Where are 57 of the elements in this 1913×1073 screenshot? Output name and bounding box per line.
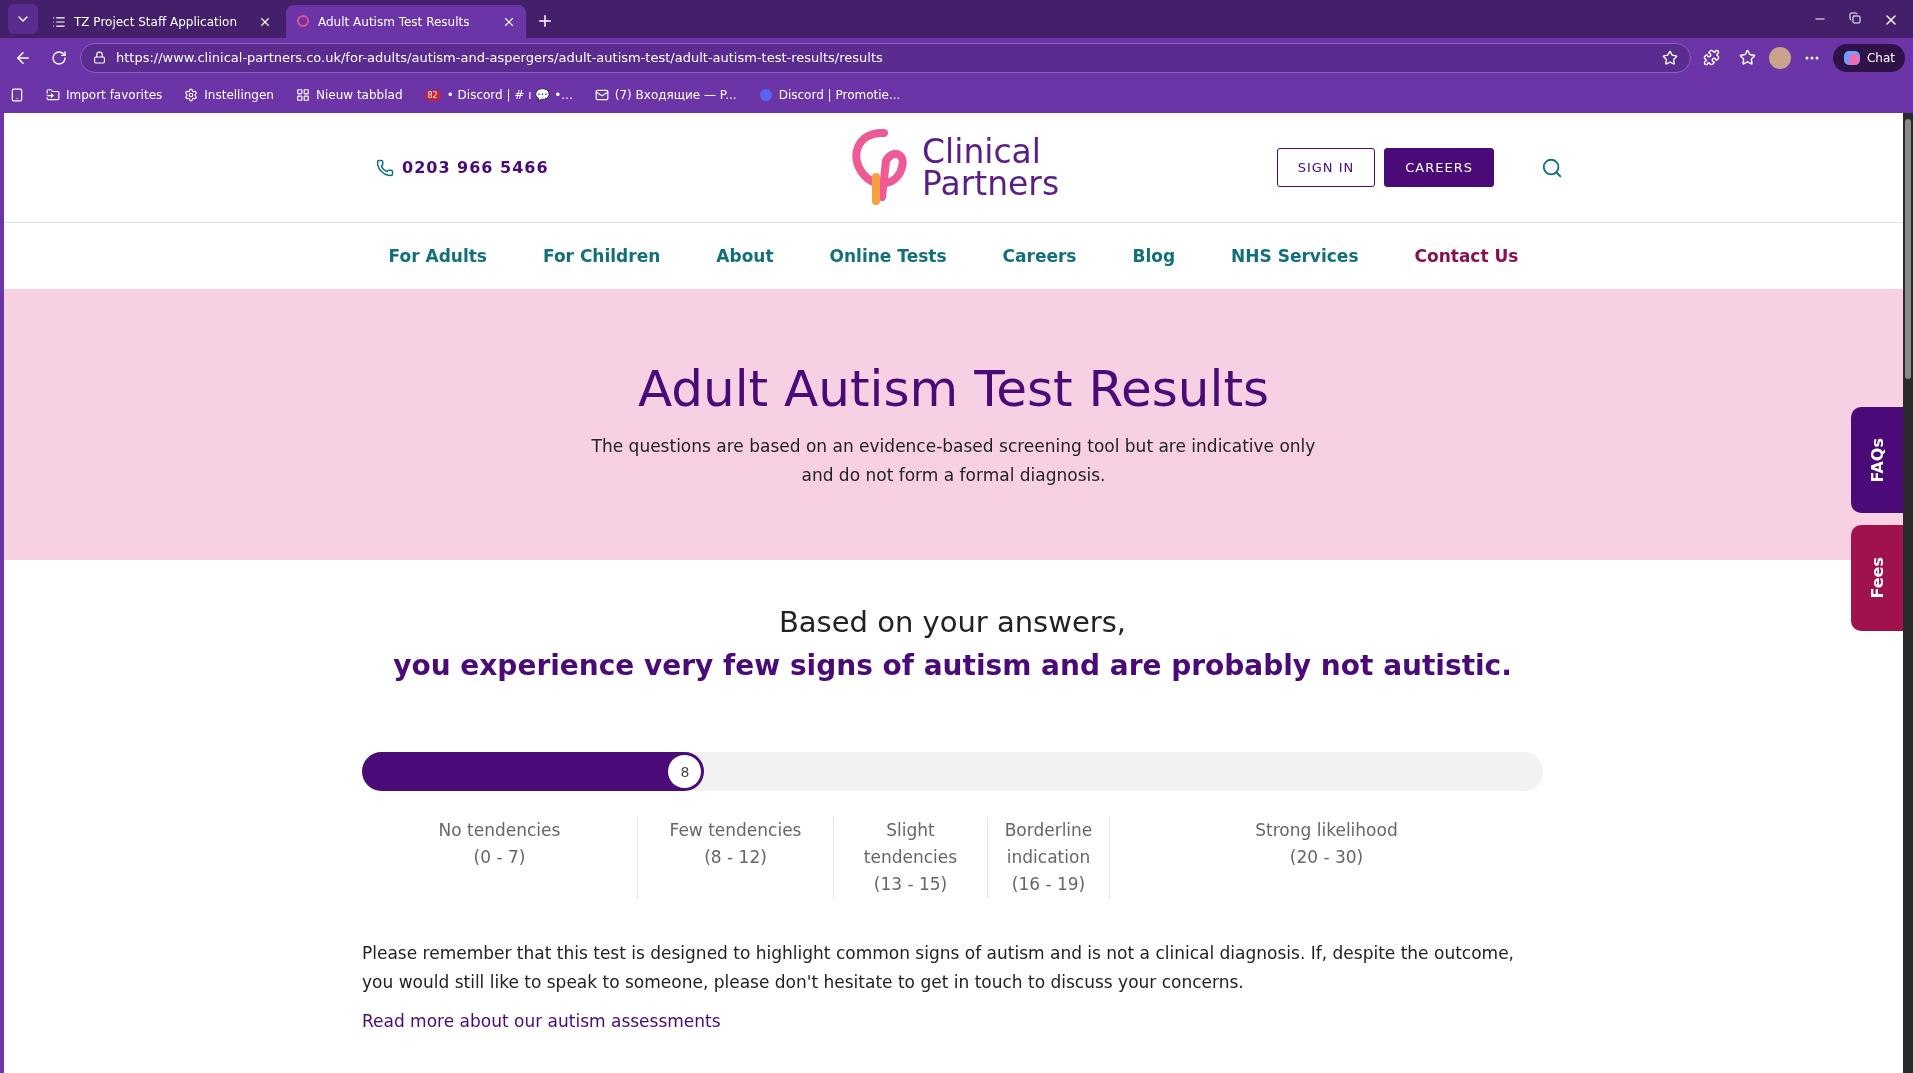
bookmark-item[interactable]: 82 • Discord | # ı 💬 •... xyxy=(424,88,573,102)
careers-button[interactable]: CAREERS xyxy=(1384,148,1494,187)
bookmark-item[interactable]: Instellingen xyxy=(184,88,274,102)
side-tab[interactable]: FAQs xyxy=(1851,407,1903,513)
nav-link[interactable]: Blog xyxy=(1132,246,1176,266)
sign-in-button[interactable]: SIGN IN xyxy=(1276,148,1376,187)
tablet-icon xyxy=(10,88,24,102)
bookmark-item[interactable]: (7) Входящие — P... xyxy=(594,88,737,102)
search-icon[interactable] xyxy=(1541,156,1563,179)
nav-link[interactable]: NHS Services xyxy=(1231,246,1359,266)
scale-label: No tendencies (0 - 7) xyxy=(437,819,562,869)
nav-link[interactable]: About xyxy=(716,246,774,266)
side-tab[interactable]: Fees xyxy=(1851,525,1903,631)
scale-label: Strong likelihood (20 - 30) xyxy=(1109,817,1543,899)
scale-label: Few tendencies (8 - 12) xyxy=(637,817,833,899)
scale-label: Borderline indication (16 - 19) xyxy=(987,817,1109,899)
scale-label: Slight tendencies (13 - 15) xyxy=(833,817,987,899)
nav-link[interactable]: Online Tests xyxy=(829,246,947,266)
lock-icon xyxy=(93,51,106,64)
star-icon xyxy=(1661,49,1678,66)
page-title: Adult Autism Test Results xyxy=(637,359,1270,418)
address-bar[interactable]: https://www.clinical-partners.co.uk/for-adults/autism-and-aspergers/adult-autism-test/adult-autism-test-results/results xyxy=(80,42,1691,73)
chat-logo-icon xyxy=(1842,48,1861,67)
gear-icon xyxy=(184,88,199,102)
nav-link[interactable]: Contact Us xyxy=(1414,246,1519,266)
plus-icon xyxy=(536,12,554,30)
reload-icon xyxy=(51,49,67,66)
notification-badge: 82 xyxy=(424,89,441,101)
phone-number: 0203 966 5466 xyxy=(376,158,846,177)
assessments-link[interactable]: Read more about our autism assessments xyxy=(362,1011,721,1031)
profile-avatar[interactable] xyxy=(1768,46,1791,69)
nav-link[interactable]: For Adults xyxy=(388,246,487,266)
folder-icon xyxy=(46,88,60,102)
tab-list-button[interactable] xyxy=(8,4,38,34)
site-logo[interactable]: Clinical Partners xyxy=(846,126,1060,209)
more-icon xyxy=(1804,55,1819,60)
logo-icon xyxy=(296,14,310,29)
bookmark-item[interactable]: Import favorites xyxy=(46,88,163,102)
phone-icon xyxy=(376,158,394,177)
bookmark-item[interactable]: Discord | Promotie... xyxy=(758,88,901,102)
grid-icon xyxy=(296,88,310,102)
hero-subtitle: The questions are based on an evidence-based screening tool but are indicative only and do not form a formal diagnosis. xyxy=(591,434,1316,487)
list-icon xyxy=(52,14,66,29)
mail-icon xyxy=(594,88,609,102)
restore-icon xyxy=(1849,12,1861,24)
star-icon xyxy=(1739,49,1757,66)
chat-button[interactable]: Chat xyxy=(1832,43,1905,72)
disclaimer-text: Please remember that this test is designed to highlight common signs of autism and is not a clinical diagnosis. If, despite the outcome, you would still like to speak to someone, please don't hesitate to get in touch to discuss your concerns. xyxy=(362,942,1515,994)
bookmark-item[interactable]: Nieuw tabblad xyxy=(296,88,403,102)
result-verdict: you experience very few signs of autism and are probably not autistic. xyxy=(392,649,1513,682)
result-intro: Based on your answers, xyxy=(777,605,1128,639)
chat-app-icon xyxy=(758,88,773,102)
browser-tab[interactable]: Adult Autism Test Results xyxy=(286,5,526,38)
nav-link[interactable]: Careers xyxy=(1002,246,1077,266)
browser-tab[interactable]: TZ Project Staff Application xyxy=(42,5,282,38)
nav-link[interactable]: For Children xyxy=(543,246,661,266)
puzzle-icon xyxy=(1703,49,1721,66)
